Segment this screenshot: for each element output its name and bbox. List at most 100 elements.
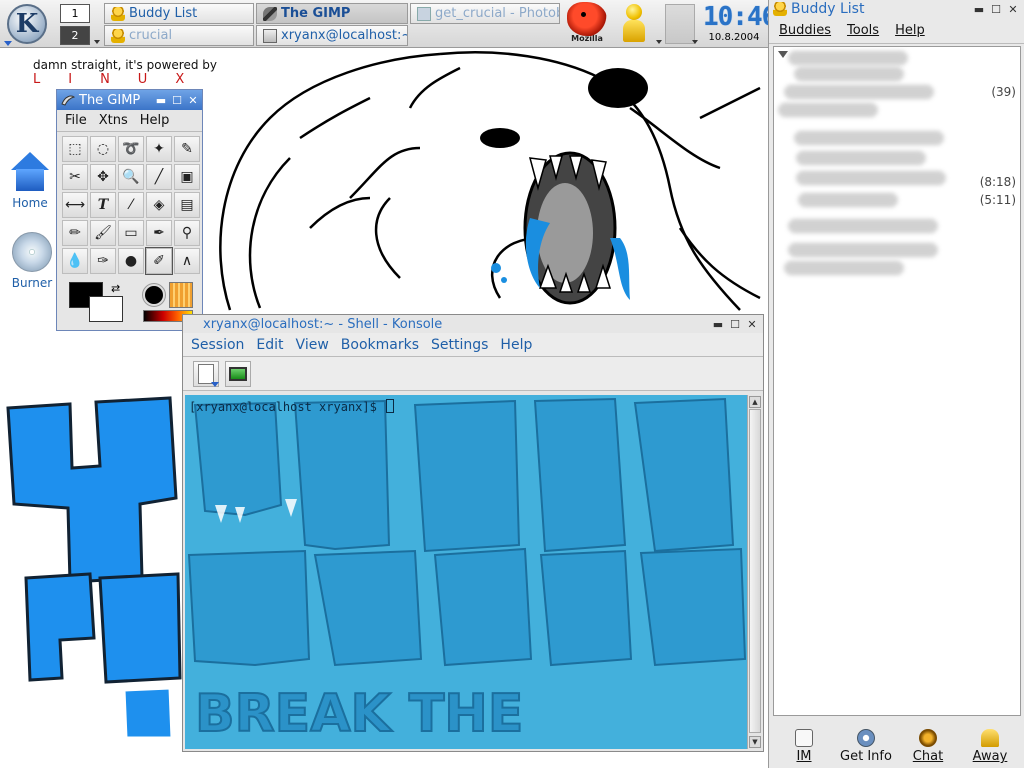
gimp-titlebar[interactable]: The GIMP ▬ ☐ ✕ (57, 90, 202, 110)
color-picker-tool-icon[interactable]: ⁄ (118, 192, 144, 218)
swap-colors-icon[interactable]: ⇄ (111, 282, 120, 295)
maximize-button[interactable]: ☐ (728, 317, 742, 331)
menu-tools[interactable]: Tools (847, 23, 879, 38)
close-button[interactable]: ✕ (745, 317, 759, 331)
minimize-button[interactable]: ▬ (154, 93, 168, 107)
away-button[interactable]: Away (961, 722, 1019, 764)
terminal-session-button[interactable] (225, 360, 251, 387)
menu-edit[interactable]: Edit (256, 337, 283, 353)
taskbar-item-buddy-list[interactable]: Buddy List (104, 3, 254, 24)
im-button[interactable]: IM (775, 722, 833, 764)
menu-help[interactable]: Help (895, 23, 925, 38)
menu-bookmarks[interactable]: Bookmarks (341, 337, 419, 353)
chevron-down-icon[interactable] (656, 40, 662, 44)
desktop-icon-burner[interactable]: Burner (2, 232, 62, 290)
terminal-background-text: BREAK THE (195, 684, 523, 744)
close-button[interactable]: ✕ (186, 93, 200, 107)
magnify-tool-icon[interactable]: 🔍 (118, 164, 144, 190)
dodge-burn-tool-icon[interactable]: ● (118, 248, 144, 274)
taskbar-item-gimp[interactable]: The GIMP (256, 3, 408, 24)
buddy-tree[interactable]: (39) (8:18) (5:11) (773, 46, 1021, 716)
list-item[interactable] (794, 131, 944, 145)
close-button[interactable]: ✕ (1006, 2, 1020, 16)
list-item[interactable] (796, 151, 926, 165)
list-item[interactable] (778, 103, 878, 117)
text-tool-icon[interactable]: T (90, 192, 116, 218)
list-item[interactable] (798, 193, 898, 207)
pattern-preview[interactable] (169, 282, 193, 308)
system-tray[interactable] (665, 4, 695, 44)
chevron-down-icon[interactable] (692, 40, 698, 44)
terminal-area[interactable]: BREAK THE [xryanx@localhost xryanx]$ (185, 395, 747, 749)
ellipse-select-tool-icon[interactable]: ◌ (90, 136, 116, 162)
maximize-button[interactable]: ☐ (989, 2, 1003, 16)
minimize-button[interactable]: ▬ (711, 317, 725, 331)
chat-button[interactable]: Chat (899, 722, 957, 764)
get-info-button[interactable]: Get Info (837, 722, 895, 764)
fuzzy-select-tool-icon[interactable]: ✦ (146, 136, 172, 162)
flip-tool-icon[interactable]: ⟷ (62, 192, 88, 218)
konsole-titlebar[interactable]: xryanx@localhost:~ - Shell - Konsole ▬ ☐… (183, 315, 763, 333)
clone-tool-icon[interactable]: ⚲ (174, 220, 200, 246)
pager-desktop-1[interactable]: 1 (60, 4, 90, 23)
background-color-swatch[interactable] (89, 296, 123, 322)
pencil-tool-icon[interactable]: ✏ (62, 220, 88, 246)
minimize-button[interactable]: ▬ (972, 2, 986, 16)
mozilla-launcher[interactable]: Mozilla (563, 2, 611, 46)
list-item[interactable] (784, 261, 904, 275)
measure-tool-icon[interactable]: ╱ (146, 164, 172, 190)
maximize-button[interactable]: ☐ (170, 93, 184, 107)
brush-preview[interactable] (142, 283, 166, 307)
path-tool-icon[interactable]: ∧ (174, 248, 200, 274)
list-item[interactable] (788, 219, 938, 233)
buddy-list-titlebar[interactable]: Buddy List ▬ ☐ ✕ (769, 0, 1024, 18)
blur-tool-icon[interactable]: 💧 (62, 248, 88, 274)
taskbar-item-photobucket[interactable]: get_crucial - Photobu (410, 3, 560, 24)
list-item[interactable] (784, 85, 934, 99)
ink-tool-icon[interactable]: ✑ (90, 248, 116, 274)
menu-settings[interactable]: Settings (431, 337, 488, 353)
blend-tool-icon[interactable]: ▤ (174, 192, 200, 218)
taskbar-item-label: crucial (129, 28, 173, 43)
scroll-down-arrow-icon[interactable]: ▼ (749, 736, 761, 748)
paintbrush-tool-icon[interactable]: 🖌 (90, 220, 116, 246)
desktop-icon-home[interactable]: Home (0, 152, 60, 210)
airbrush-tool-icon[interactable]: ✒ (146, 220, 172, 246)
taskbar-item-konsole[interactable]: xryanx@localhost:~ - (256, 25, 408, 46)
buddy-idle-time: (5:11) (979, 193, 1016, 207)
smudge-tool-icon[interactable]: ✐ (145, 247, 173, 275)
pager-menu-arrow-icon[interactable] (94, 40, 100, 44)
menu-help[interactable]: Help (500, 337, 532, 353)
menu-xtns[interactable]: Xtns (99, 113, 128, 128)
bezier-select-tool-icon[interactable]: ✎ (174, 136, 200, 162)
menu-help[interactable]: Help (140, 113, 170, 128)
move-tool-icon[interactable]: ✥ (90, 164, 116, 190)
new-session-button[interactable] (193, 360, 219, 387)
chevron-down-icon (4, 41, 12, 46)
expander-triangle-icon[interactable] (778, 51, 788, 58)
k-menu-button[interactable]: K (2, 2, 52, 46)
menu-file[interactable]: File (65, 113, 87, 128)
scrollbar-thumb[interactable] (749, 409, 761, 733)
bucket-fill-tool-icon[interactable]: ◈ (146, 192, 172, 218)
scroll-up-arrow-icon[interactable]: ▲ (749, 396, 761, 408)
gimp-tool-grid: ⬚ ◌ ➰ ✦ ✎ ✂ ✥ 🔍 ╱ ▣ ⟷ T ⁄ ◈ ▤ ✏ 🖌 ▭ ✒ ⚲ … (57, 132, 202, 278)
window-title: Buddy List (791, 1, 865, 17)
menu-view[interactable]: View (296, 337, 329, 353)
list-item[interactable] (788, 51, 908, 65)
eraser-tool-icon[interactable]: ▭ (118, 220, 144, 246)
terminal-scrollbar[interactable]: ▲ ▼ (747, 395, 761, 749)
free-select-tool-icon[interactable]: ➰ (118, 136, 144, 162)
panel-clock[interactable]: 10:46 10.8.2004 (703, 2, 777, 46)
taskbar-item-crucial[interactable]: crucial (104, 25, 254, 46)
pager-desktop-2[interactable]: 2 (60, 26, 90, 45)
list-item[interactable] (796, 171, 946, 185)
menu-buddies[interactable]: Buddies (779, 23, 831, 38)
list-item[interactable] (794, 67, 904, 81)
menu-session[interactable]: Session (191, 337, 244, 353)
gaim-launcher-icon[interactable] (617, 4, 651, 44)
rect-select-tool-icon[interactable]: ⬚ (62, 136, 88, 162)
list-item[interactable] (788, 243, 938, 257)
scissors-tool-icon[interactable]: ✂ (62, 164, 88, 190)
crop-tool-icon[interactable]: ▣ (174, 164, 200, 190)
